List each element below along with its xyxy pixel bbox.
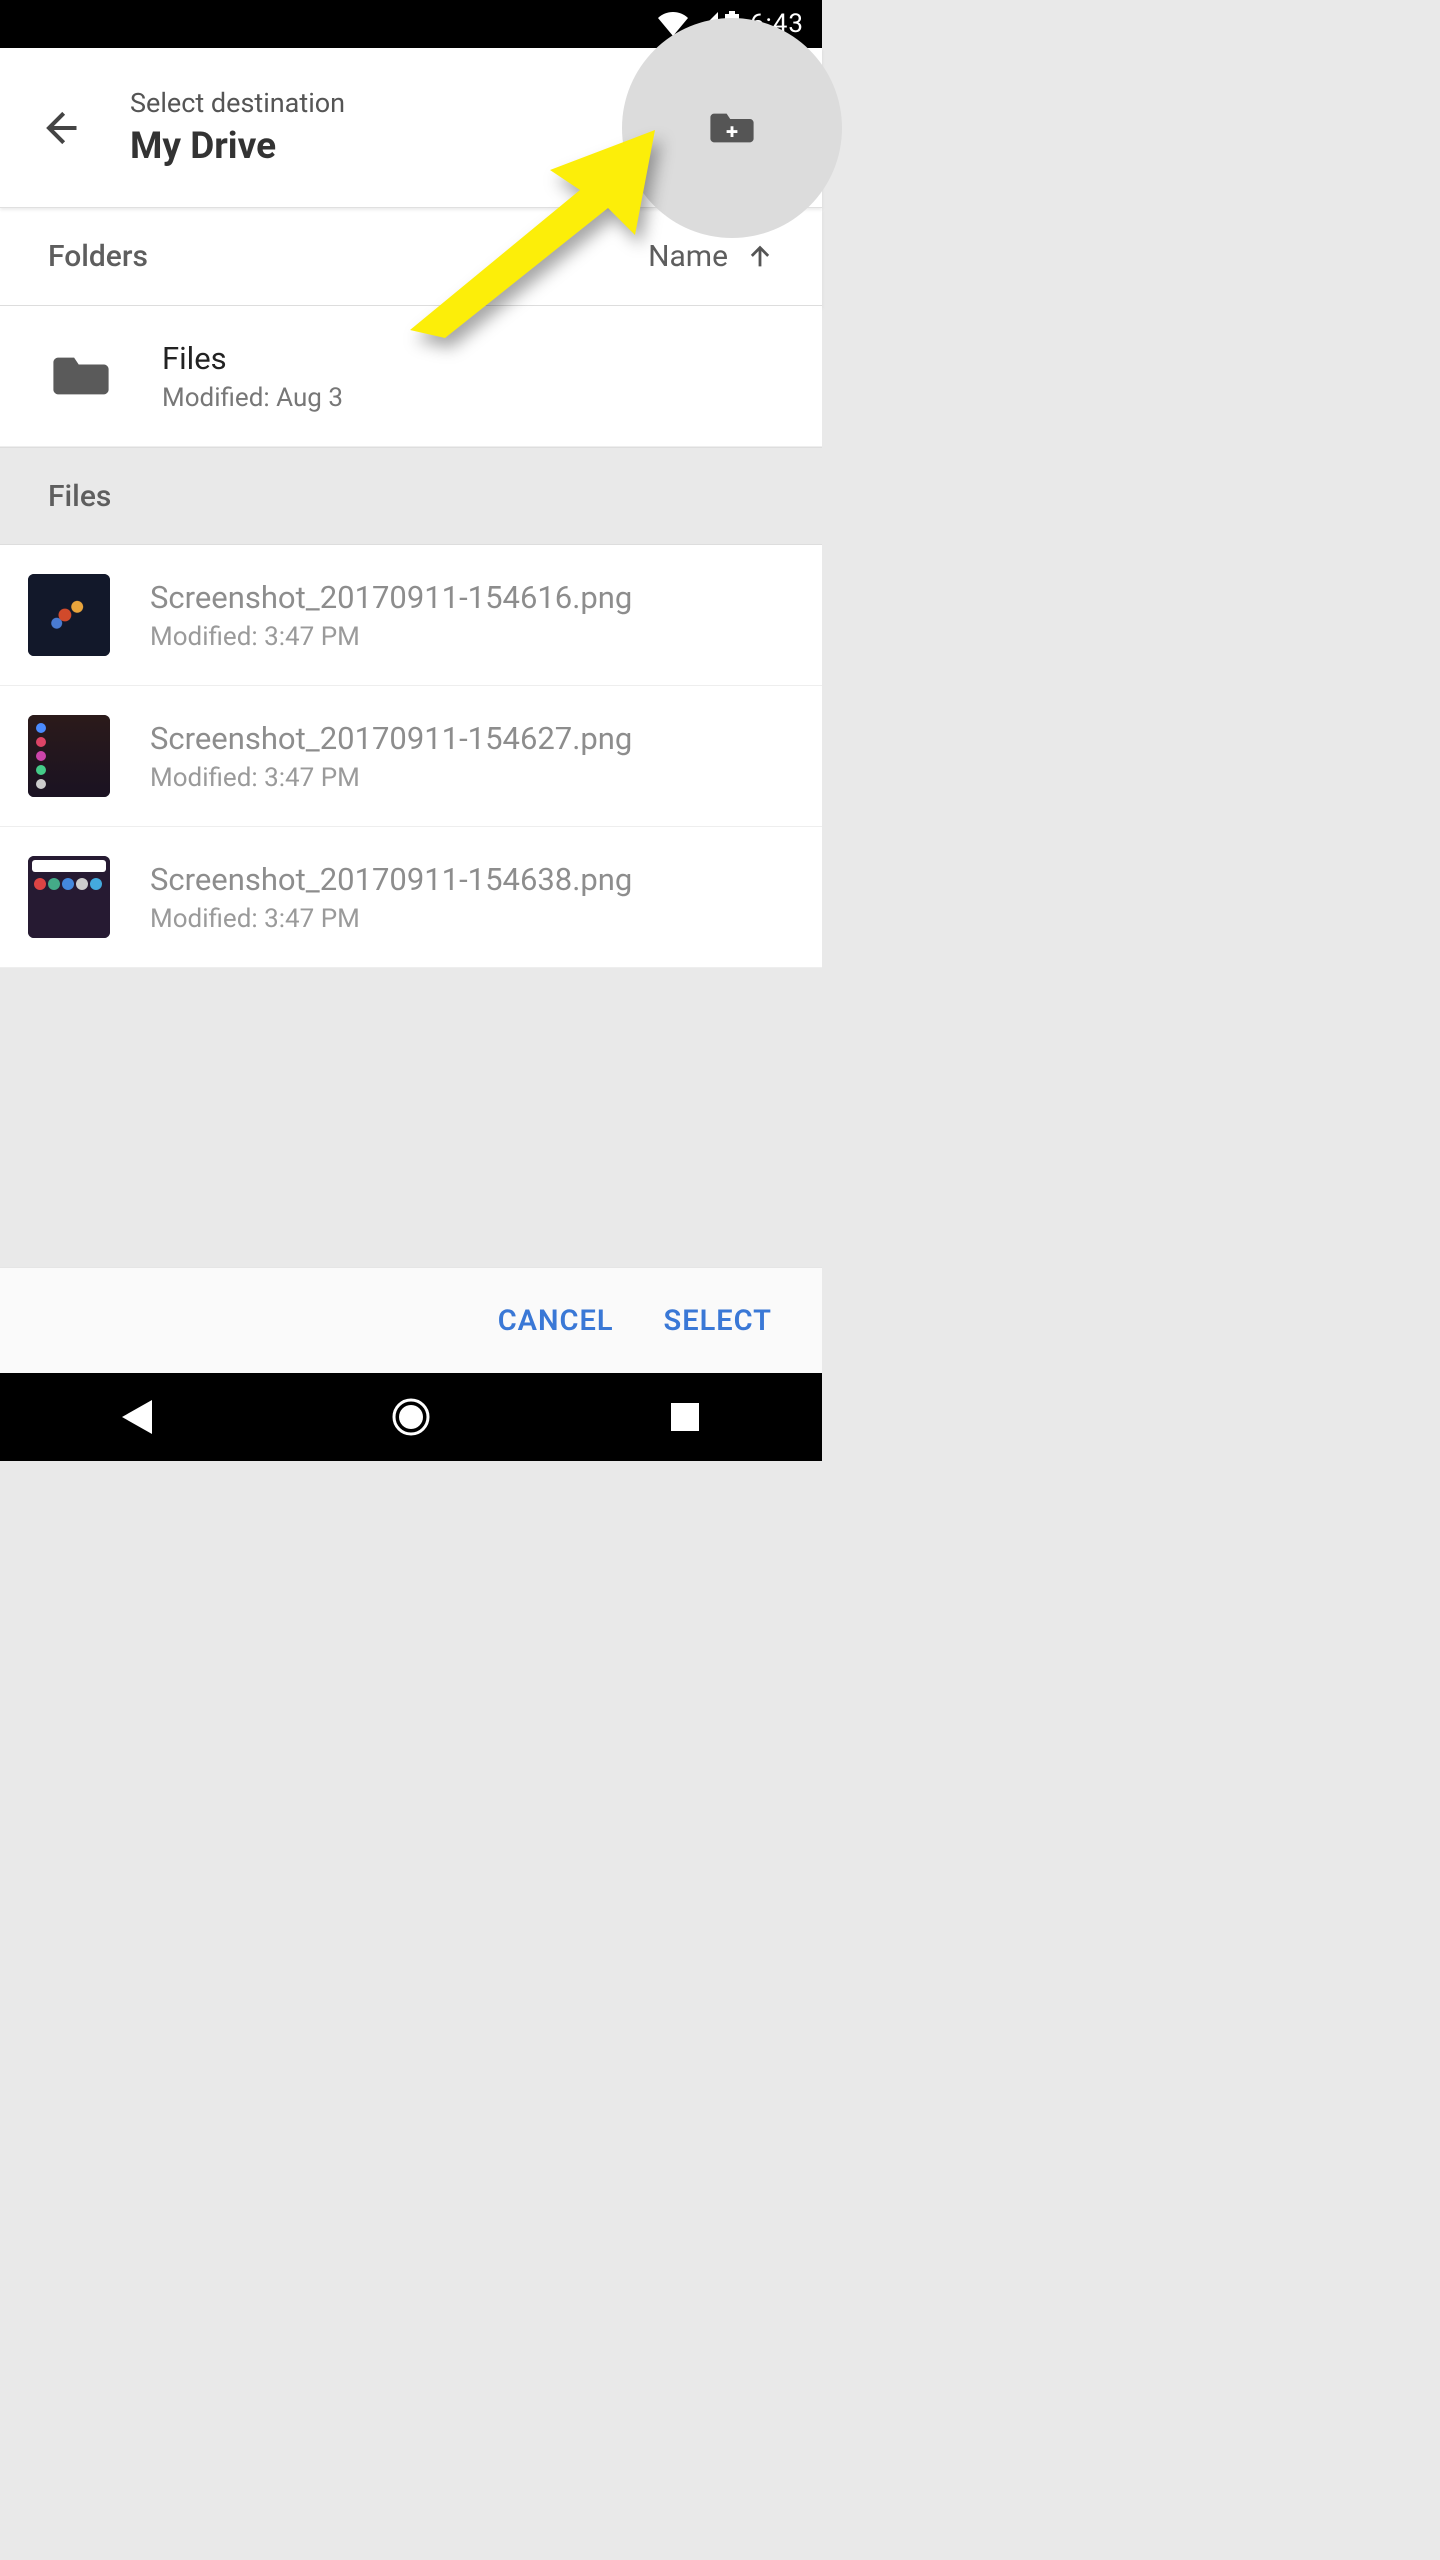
header-title: My Drive [130, 125, 345, 168]
file-thumbnail [28, 715, 110, 797]
file-item[interactable]: Screenshot_20170911-154638.png Modified:… [0, 827, 822, 968]
file-thumbnail [28, 574, 110, 656]
arrow-back-icon [38, 106, 82, 150]
folders-section-label: Folders [48, 239, 148, 274]
nav-back-button[interactable] [77, 1387, 197, 1447]
arrow-up-icon [746, 243, 774, 271]
sort-control[interactable]: Name [648, 239, 774, 274]
navigation-bar [0, 1373, 822, 1461]
folder-name: Files [162, 340, 343, 377]
folder-item-text: Files Modified: Aug 3 [162, 340, 343, 413]
nav-recent-icon [671, 1403, 699, 1431]
file-item-text: Screenshot_20170911-154627.png Modified:… [150, 720, 632, 793]
file-name: Screenshot_20170911-154616.png [150, 579, 632, 616]
folders-list: Files Modified: Aug 3 [0, 306, 822, 447]
folder-modified: Modified: Aug 3 [162, 383, 343, 413]
file-thumbnail [28, 856, 110, 938]
header-titles: Select destination My Drive [130, 87, 345, 168]
file-item-text: Screenshot_20170911-154616.png Modified:… [150, 579, 632, 652]
screen: 6:43 Select destination My Drive Folders… [0, 0, 822, 1461]
file-item-text: Screenshot_20170911-154638.png Modified:… [150, 861, 632, 934]
header-subtitle: Select destination [130, 87, 345, 119]
files-list: Screenshot_20170911-154616.png Modified:… [0, 545, 822, 968]
nav-back-icon [122, 1400, 152, 1434]
new-folder-icon [710, 110, 754, 146]
file-name: Screenshot_20170911-154627.png [150, 720, 632, 757]
file-name: Screenshot_20170911-154638.png [150, 861, 632, 898]
back-button[interactable] [30, 98, 90, 158]
app-bar: Select destination My Drive [0, 48, 822, 208]
files-section-label: Files [0, 447, 822, 545]
nav-home-icon [391, 1397, 431, 1437]
nav-recent-button[interactable] [625, 1387, 745, 1447]
folder-icon [40, 335, 122, 417]
select-button[interactable]: SELECT [664, 1304, 772, 1338]
file-modified: Modified: 3:47 PM [150, 904, 632, 934]
sort-by-label: Name [648, 239, 728, 274]
file-item[interactable]: Screenshot_20170911-154616.png Modified:… [0, 545, 822, 686]
nav-home-button[interactable] [351, 1387, 471, 1447]
file-modified: Modified: 3:47 PM [150, 763, 632, 793]
file-item[interactable]: Screenshot_20170911-154627.png Modified:… [0, 686, 822, 827]
bottom-action-bar: CANCEL SELECT [0, 1267, 822, 1373]
cancel-button[interactable]: CANCEL [498, 1304, 614, 1338]
file-modified: Modified: 3:47 PM [150, 622, 632, 652]
new-folder-button[interactable] [622, 18, 842, 238]
folder-item[interactable]: Files Modified: Aug 3 [0, 306, 822, 447]
